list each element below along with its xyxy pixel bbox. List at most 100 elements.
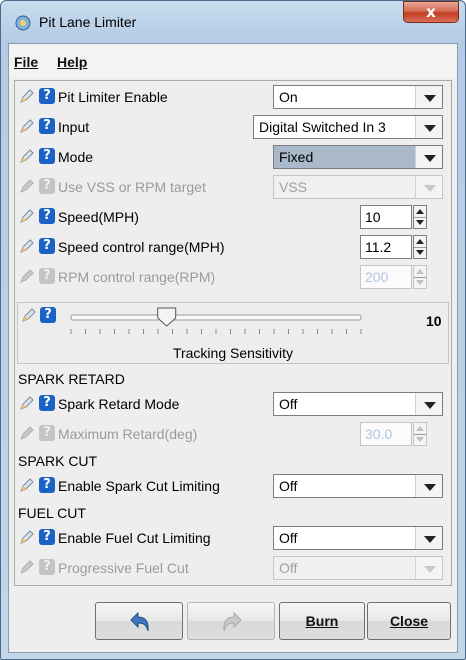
help-icon[interactable]: ? xyxy=(40,307,56,323)
row-spark-retard-mode: ? Spark Retard Mode Off xyxy=(15,391,451,417)
mode-label: Mode xyxy=(58,149,94,165)
edit-pencil-icon[interactable] xyxy=(18,118,36,136)
row-progressive-fuel-cut: ? Progressive Fuel Cut Off xyxy=(15,555,451,581)
spark-cut-label: Enable Spark Cut Limiting xyxy=(58,478,220,494)
chevron-down-icon[interactable] xyxy=(415,527,442,549)
help-icon[interactable]: ? xyxy=(39,238,55,254)
spark-retard-header: SPARK RETARD xyxy=(18,371,125,387)
fuel-cut-select[interactable]: Off xyxy=(273,526,443,550)
speed-label: Speed(MPH) xyxy=(58,209,139,225)
client-area: File Help ? Pit Limiter Enable On ? Inpu… xyxy=(8,43,458,653)
fuel-cut-label: Enable Fuel Cut Limiting xyxy=(58,530,211,546)
row-mode: ? Mode Fixed xyxy=(15,144,451,170)
maximum-retard-label: Maximum Retard(deg) xyxy=(58,426,198,442)
edit-pencil-icon[interactable] xyxy=(18,238,36,256)
progressive-fuel-cut-value: Off xyxy=(279,560,298,576)
burn-button[interactable]: Burn xyxy=(279,602,365,640)
edit-pencil-icon xyxy=(20,269,34,283)
spin-down-icon[interactable] xyxy=(416,250,424,255)
slider-label: Tracking Sensitivity xyxy=(172,345,294,361)
undo-button[interactable] xyxy=(95,602,183,640)
app-icon xyxy=(15,15,31,31)
chevron-down-icon[interactable] xyxy=(415,475,442,497)
menu-help[interactable]: Help xyxy=(57,54,87,70)
help-icon: ? xyxy=(39,178,55,194)
mode-select[interactable]: Fixed xyxy=(273,145,443,169)
help-icon[interactable]: ? xyxy=(39,208,55,224)
edit-pencil-icon xyxy=(20,179,34,193)
edit-pencil-icon[interactable] xyxy=(18,395,36,413)
spark-retard-mode-label: Spark Retard Mode xyxy=(58,396,180,412)
spinner-buttons xyxy=(413,265,427,289)
close-button-label: Close xyxy=(389,613,429,629)
chevron-down-icon xyxy=(415,557,442,579)
help-icon[interactable]: ? xyxy=(39,118,55,134)
help-icon[interactable]: ? xyxy=(39,477,55,493)
row-rpm-range: ? RPM control range(RPM) 200 xyxy=(15,264,451,290)
slider-ticks xyxy=(70,329,362,334)
chevron-down-icon[interactable] xyxy=(415,393,442,415)
rpm-range-input: 200 xyxy=(360,265,412,289)
chevron-down-icon[interactable] xyxy=(415,86,442,108)
pit-limiter-enable-value: On xyxy=(279,89,298,105)
burn-button-label: Burn xyxy=(305,613,339,629)
speed-input[interactable]: 10 xyxy=(360,205,412,229)
row-pit-limiter-enable: ? Pit Limiter Enable On xyxy=(15,84,451,110)
spark-cut-select[interactable]: Off xyxy=(273,474,443,498)
edit-pencil-icon xyxy=(20,426,34,440)
spin-up-icon[interactable] xyxy=(416,209,424,214)
spinner-buttons[interactable] xyxy=(413,235,427,259)
fuel-cut-header: FUEL CUT xyxy=(18,505,86,521)
redo-button xyxy=(187,602,275,640)
edit-pencil-icon[interactable] xyxy=(18,88,36,106)
speed-range-input[interactable]: 11.2 xyxy=(360,235,412,259)
use-vss-label: Use VSS or RPM target xyxy=(58,179,206,195)
help-icon[interactable]: ? xyxy=(39,88,55,104)
help-icon: ? xyxy=(39,425,55,441)
chevron-down-icon[interactable] xyxy=(415,116,442,138)
close-icon: x xyxy=(426,3,436,21)
menu-file[interactable]: File xyxy=(14,54,38,70)
edit-pencil-icon[interactable] xyxy=(18,529,36,547)
row-use-vss: ? Use VSS or RPM target VSS xyxy=(15,174,451,200)
spark-cut-value: Off xyxy=(279,478,298,494)
close-button[interactable]: Close xyxy=(367,602,451,640)
menu-bar: File Help xyxy=(9,44,457,78)
input-value: Digital Switched In 3 xyxy=(259,119,386,135)
speed-range-label: Speed control range(MPH) xyxy=(58,239,225,255)
dialog-window: Pit Lane Limiter x File Help ? Pit Limit… xyxy=(0,0,466,660)
help-icon[interactable]: ? xyxy=(39,395,55,411)
tracking-sensitivity-slider[interactable] xyxy=(63,305,383,341)
help-icon[interactable]: ? xyxy=(39,148,55,164)
edit-pencil-icon[interactable] xyxy=(18,148,36,166)
mode-value: Fixed xyxy=(279,149,314,165)
spin-down-icon[interactable] xyxy=(416,220,424,225)
title-bar[interactable]: Pit Lane Limiter x xyxy=(1,1,465,43)
spark-retard-mode-select[interactable]: Off xyxy=(273,392,443,416)
undo-icon xyxy=(130,611,149,632)
spin-up-icon[interactable] xyxy=(416,239,424,244)
help-icon: ? xyxy=(39,268,55,284)
edit-pencil-icon[interactable] xyxy=(18,208,36,226)
row-spark-cut: ? Enable Spark Cut Limiting Off xyxy=(15,473,451,499)
slider-thumb[interactable] xyxy=(157,307,177,327)
redo-icon xyxy=(223,611,242,632)
edit-pencil-icon[interactable] xyxy=(20,307,38,325)
help-icon[interactable]: ? xyxy=(39,529,55,545)
edit-pencil-icon[interactable] xyxy=(18,477,36,495)
progressive-fuel-cut-select: Off xyxy=(273,556,443,580)
rpm-range-label: RPM control range(RPM) xyxy=(58,269,216,285)
input-select[interactable]: Digital Switched In 3 xyxy=(253,115,443,139)
window-close-button[interactable]: x xyxy=(403,1,459,23)
spinner-buttons[interactable] xyxy=(413,205,427,229)
pit-limiter-enable-label: Pit Limiter Enable xyxy=(58,89,168,105)
input-label: Input xyxy=(58,119,90,135)
row-speed-range: ? Speed control range(MPH) 11.2 xyxy=(15,234,451,260)
tracking-sensitivity-box: ? 10 Tracking Sensitivity xyxy=(17,302,449,364)
window-title: Pit Lane Limiter xyxy=(39,14,137,30)
use-vss-value: VSS xyxy=(279,179,308,195)
pit-limiter-enable-select[interactable]: On xyxy=(273,85,443,109)
maximum-retard-input: 30.0 xyxy=(360,422,412,446)
chevron-down-icon[interactable] xyxy=(415,146,442,168)
help-icon: ? xyxy=(39,559,55,575)
